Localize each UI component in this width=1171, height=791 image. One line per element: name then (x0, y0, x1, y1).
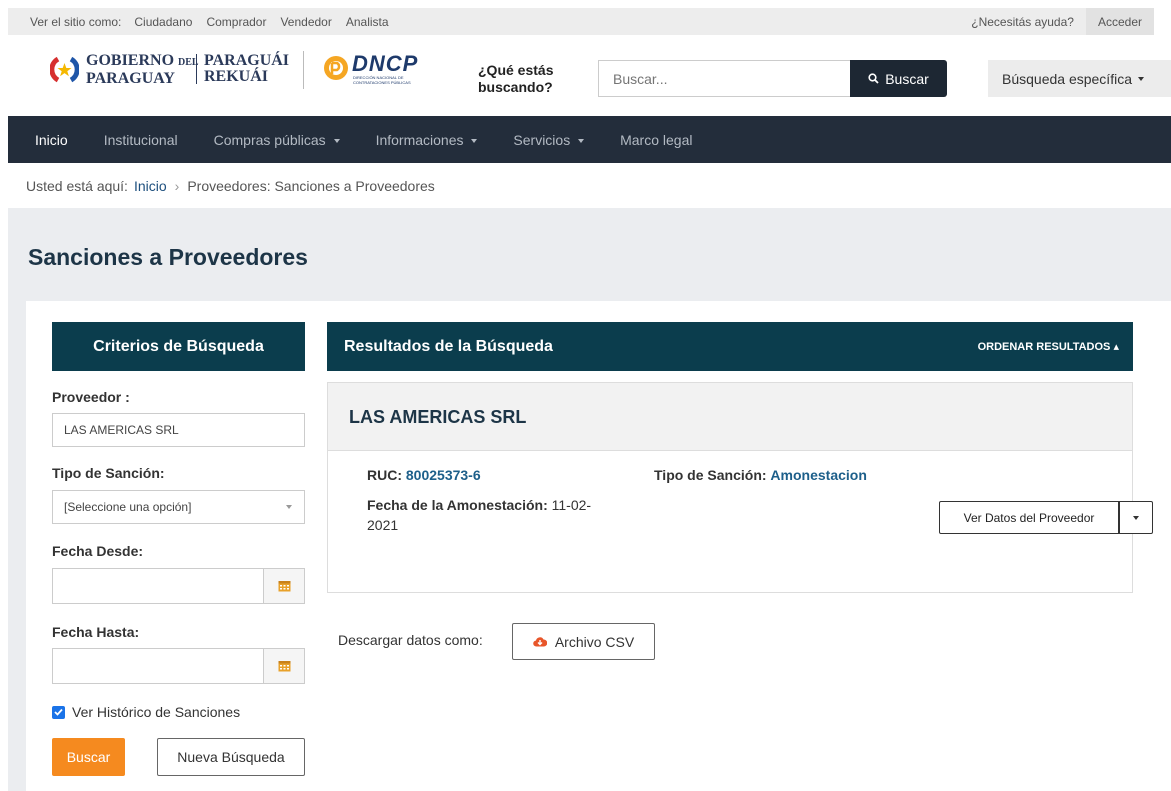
search-icon (868, 73, 879, 84)
buscar-button[interactable]: Buscar (52, 738, 125, 776)
page-title: Sanciones a Proveedores (28, 244, 308, 270)
breadcrumb: Usted está aquí: Inicio › Proveedores: S… (8, 163, 1171, 208)
view-as-label: Ver el sitio como: (30, 14, 122, 29)
site-header: GOBIERNO DEL PARAGUAY PARAGUÁI REKUÁI DN… (8, 35, 1171, 116)
tipo-sancion-label: Tipo de Sanción: (52, 465, 165, 481)
result-tipo-sancion: Tipo de Sanción: Amonestacion (654, 465, 867, 485)
proveedor-label: Proveedor : (52, 389, 130, 405)
criteria-heading: Criterios de Búsqueda (52, 322, 305, 371)
result-fecha: Fecha de la Amonestación: 11-02- 2021 (367, 495, 632, 535)
chevron-down-icon (333, 138, 340, 143)
order-results-label: ORDENAR RESULTADOS (977, 341, 1111, 353)
role-comprador[interactable]: Comprador (199, 8, 273, 35)
nav-servicios[interactable]: Servicios (513, 131, 585, 148)
role-analista[interactable]: Analista (339, 8, 396, 35)
breadcrumb-current: Proveedores: Sanciones a Proveedores (187, 177, 435, 194)
fecha-label: Fecha de la Amonestación: (367, 497, 548, 513)
nav-informaciones-label: Informaciones (375, 131, 464, 148)
tipo-sancion-selected: [Seleccione una opción] (64, 500, 192, 514)
calendar-icon (278, 661, 290, 672)
chevron-down-icon (286, 505, 292, 509)
government-logo-icon[interactable] (50, 55, 79, 84)
dncp-logo-icon[interactable] (323, 55, 349, 81)
archivo-csv-label: Archivo CSV (554, 633, 635, 650)
nav-servicios-label: Servicios (513, 131, 571, 148)
results-heading-bar: Resultados de la Búsqueda ORDENAR RESULT… (327, 322, 1133, 371)
role-ciudadano[interactable]: Ciudadano (127, 8, 199, 35)
nav-institucional[interactable]: Institucional (104, 132, 178, 148)
chevron-right-icon: › (174, 177, 180, 194)
dncp-subtitle: DIRECCIÓN NACIONAL DE CONTRATACIONES PÚB… (353, 75, 411, 85)
fecha-desde-input[interactable] (52, 568, 264, 604)
order-results-button[interactable]: ORDENAR RESULTADOS ▴︎ (978, 340, 1119, 353)
nav-compras-label: Compras públicas (213, 131, 326, 148)
sort-icon: ▴︎ (1113, 341, 1119, 353)
search-button[interactable]: Buscar (850, 60, 947, 97)
chevron-down-icon (1137, 76, 1144, 81)
archivo-csv-button[interactable]: Archivo CSV (512, 623, 655, 660)
fecha-value-a: 11-02- (551, 497, 592, 513)
search-question: ¿Qué estás buscando? (478, 62, 554, 95)
fecha-desde-calendar-button[interactable] (263, 568, 305, 604)
gov-guarani-line2: REKUÁI (204, 68, 269, 85)
tipo-sancion-select[interactable]: [Seleccione una opción] (52, 490, 305, 524)
result-tipo-value: Amonestacion (770, 467, 867, 483)
fecha-desde-label: Fecha Desde: (52, 543, 144, 559)
historico-checkbox[interactable] (52, 705, 65, 719)
nav-marco-legal[interactable]: Marco legal (620, 132, 692, 148)
search-input[interactable] (598, 60, 850, 97)
chevron-down-icon (1133, 515, 1139, 520)
result-tipo-label: Tipo de Sanción: (654, 467, 767, 483)
fecha-hasta-label: Fecha Hasta: (52, 624, 140, 640)
header-divider (303, 51, 304, 89)
fecha-value-b: 2021 (367, 517, 399, 533)
gov-line2: PARAGUAY (86, 70, 175, 87)
ver-datos-dropdown-toggle[interactable] (1119, 501, 1153, 534)
main-nav: Inicio Institucional Compras públicas In… (8, 116, 1171, 163)
government-guarani-wordmark: PARAGUÁI REKUÁI (204, 53, 289, 85)
chevron-down-icon (471, 138, 478, 143)
gov-line1: GOBIERNO (86, 52, 175, 69)
historico-checkbox-row[interactable]: Ver Histórico de Sanciones (52, 704, 240, 720)
historico-label: Ver Histórico de Sanciones (72, 704, 241, 720)
checkmark-icon (54, 708, 63, 716)
breadcrumb-prefix: Usted está aquí: (26, 177, 128, 194)
cloud-download-icon (533, 637, 547, 647)
ver-datos-proveedor-button[interactable]: Ver Datos del Proveedor (939, 501, 1119, 534)
ruc-value[interactable]: 80025373-6 (406, 467, 481, 483)
nav-inicio[interactable]: Inicio (35, 132, 68, 148)
login-link[interactable]: Acceder (1085, 8, 1154, 35)
breadcrumb-home[interactable]: Inicio (134, 178, 167, 194)
result-provider-name[interactable]: LAS AMERICAS SRL (349, 407, 526, 428)
advanced-search-label: Búsqueda específica (1002, 70, 1132, 87)
search-button-label: Buscar (885, 70, 929, 87)
gov-guarani-line1: PARAGUÁI (204, 52, 290, 69)
nav-compras-publicas[interactable]: Compras públicas (214, 132, 340, 148)
result-card: LAS AMERICAS SRL (327, 382, 1133, 593)
government-wordmark: GOBIERNO DEL PARAGUAY (86, 53, 199, 87)
ruc-label: RUC: (367, 467, 402, 483)
result-card-header: LAS AMERICAS SRL (328, 383, 1132, 451)
nav-informaciones[interactable]: Informaciones (376, 132, 478, 148)
calendar-icon (278, 581, 290, 592)
advanced-search-button[interactable]: Búsqueda específica (988, 60, 1171, 97)
fecha-hasta-input[interactable] (52, 648, 264, 684)
fecha-hasta-calendar-button[interactable] (263, 648, 305, 684)
role-vendedor[interactable]: Vendedor (273, 8, 338, 35)
results-heading: Resultados de la Búsqueda (344, 337, 553, 355)
result-ruc: RUC: 80025373-6 (367, 465, 481, 485)
logo-divider (196, 54, 197, 84)
nueva-busqueda-button[interactable]: Nueva Búsqueda (157, 738, 305, 776)
chevron-down-icon (578, 138, 585, 143)
download-label: Descargar datos como: (338, 632, 483, 648)
dncp-wordmark[interactable]: DNCP (352, 51, 418, 77)
proveedor-input[interactable]: LAS AMERICAS SRL (52, 413, 305, 447)
top-bar: Ver el sitio como: Ciudadano Comprador V… (8, 8, 1154, 35)
help-link[interactable]: ¿Necesitás ayuda? (959, 15, 1086, 29)
